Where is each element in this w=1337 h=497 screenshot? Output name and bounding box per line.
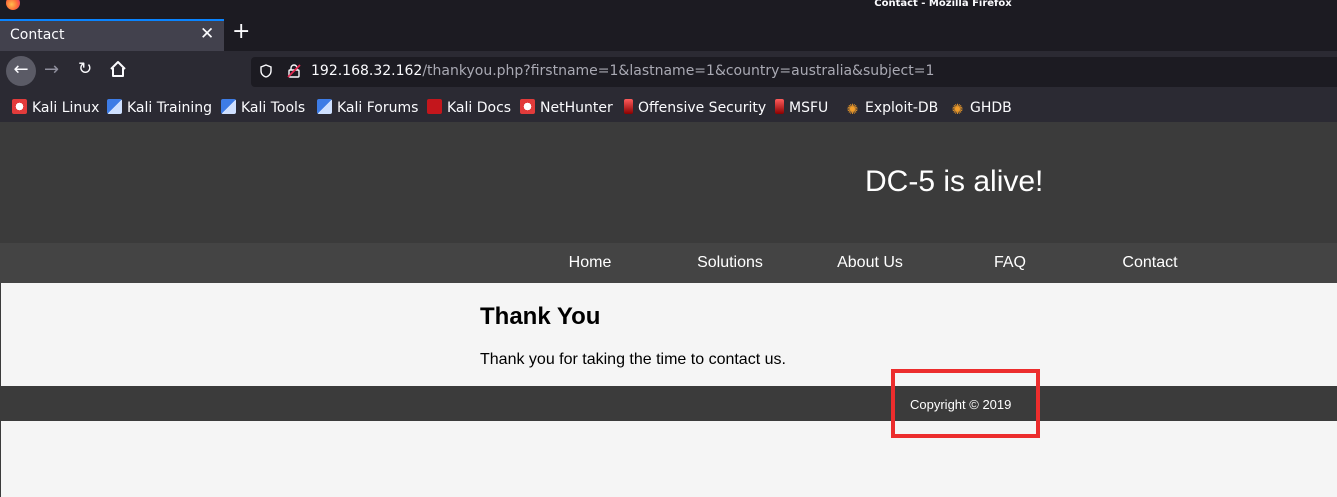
bookmark-nethunter[interactable]: NetHunter bbox=[520, 97, 613, 116]
exploitdb-icon: ✺ bbox=[846, 102, 859, 118]
tab-contact[interactable]: Contact ✕ bbox=[0, 19, 224, 51]
reload-icon[interactable]: ↻ bbox=[78, 59, 92, 79]
bookmark-kali-docs[interactable]: Kali Docs bbox=[427, 97, 512, 116]
ghdb-icon: ✺ bbox=[951, 102, 964, 118]
bookmark-label: Exploit-DB bbox=[865, 100, 939, 116]
nav-faq-link[interactable]: FAQ bbox=[940, 254, 1080, 272]
bookmark-label: NetHunter bbox=[540, 100, 613, 116]
thank-you-message: Thank you for taking the time to contact… bbox=[480, 351, 786, 368]
annotation-highlight-box bbox=[891, 369, 1040, 438]
nav-about-us-link[interactable]: About Us bbox=[800, 254, 940, 272]
kali-forums-icon bbox=[317, 99, 332, 114]
navigation-toolbar: ← → ↻ 192.168.32.162/thankyou.php?firstn… bbox=[0, 51, 1337, 91]
tracking-shield-icon[interactable] bbox=[260, 64, 272, 78]
url-host: 192.168.32.162 bbox=[311, 63, 423, 79]
bookmark-label: MSFU bbox=[789, 100, 829, 116]
back-arrow-icon[interactable]: ← bbox=[6, 56, 36, 86]
insecure-lock-icon[interactable] bbox=[287, 64, 301, 78]
bookmark-kali-tools[interactable]: Kali Tools bbox=[221, 97, 306, 116]
tab-title: Contact bbox=[10, 27, 65, 43]
bookmark-exploit-db[interactable]: ✺ Exploit-DB bbox=[845, 97, 939, 118]
offsec-icon bbox=[624, 99, 633, 114]
bookmark-kali-forums[interactable]: Kali Forums bbox=[317, 97, 419, 116]
bookmarks-toolbar: Kali Linux Kali Training Kali Tools Kali… bbox=[0, 91, 1337, 123]
bookmark-label: Kali Tools bbox=[241, 100, 306, 116]
page-heading: Thank You bbox=[480, 303, 601, 330]
nav-contact-link[interactable]: Contact bbox=[1080, 254, 1220, 272]
new-tab-icon[interactable]: + bbox=[232, 21, 250, 43]
site-title: DC-5 is alive! bbox=[865, 165, 1044, 198]
bookmark-kali-linux[interactable]: Kali Linux bbox=[12, 97, 100, 116]
url-text[interactable]: 192.168.32.162/thankyou.php?firstname=1&… bbox=[311, 63, 934, 79]
window-title: Contact - Mozilla Firefox bbox=[874, 0, 1012, 9]
kali-tools-icon bbox=[221, 99, 236, 114]
bookmark-label: Kali Docs bbox=[447, 100, 512, 116]
bookmark-label: Offensive Security bbox=[638, 100, 767, 116]
site-navigation: Home Solutions About Us FAQ Contact bbox=[0, 243, 1337, 283]
kali-dragon-icon bbox=[12, 99, 27, 114]
bookmark-kali-training[interactable]: Kali Training bbox=[107, 97, 212, 116]
kali-docs-icon bbox=[427, 99, 442, 114]
nav-home-link[interactable]: Home bbox=[520, 254, 660, 272]
close-tab-icon[interactable]: ✕ bbox=[200, 24, 214, 44]
bookmark-msfu[interactable]: MSFU bbox=[775, 97, 829, 116]
bookmark-label: Kali Linux bbox=[32, 100, 100, 116]
site-header: DC-5 is alive! bbox=[0, 122, 1337, 243]
bookmark-label: Kali Training bbox=[127, 100, 212, 116]
msfu-icon bbox=[775, 99, 784, 114]
home-icon[interactable] bbox=[108, 59, 128, 79]
bookmark-ghdb[interactable]: ✺ GHDB bbox=[950, 97, 1012, 118]
kali-training-icon bbox=[107, 99, 122, 114]
window-titlebar: Contact - Mozilla Firefox bbox=[0, 0, 1337, 13]
tab-strip: Contact ✕ + bbox=[0, 13, 1337, 51]
nav-solutions-link[interactable]: Solutions bbox=[660, 254, 800, 272]
bookmark-offensive-security[interactable]: Offensive Security bbox=[624, 97, 767, 116]
forward-arrow-icon[interactable]: → bbox=[44, 59, 59, 80]
url-path: /thankyou.php?firstname=1&lastname=1&cou… bbox=[422, 63, 935, 79]
site-footer: Copyright © 2019 bbox=[0, 386, 1337, 421]
bookmark-label: Kali Forums bbox=[337, 100, 419, 116]
url-bar[interactable]: 192.168.32.162/thankyou.php?firstname=1&… bbox=[251, 57, 1337, 87]
nethunter-icon bbox=[520, 99, 535, 114]
bookmark-label: GHDB bbox=[970, 100, 1012, 116]
